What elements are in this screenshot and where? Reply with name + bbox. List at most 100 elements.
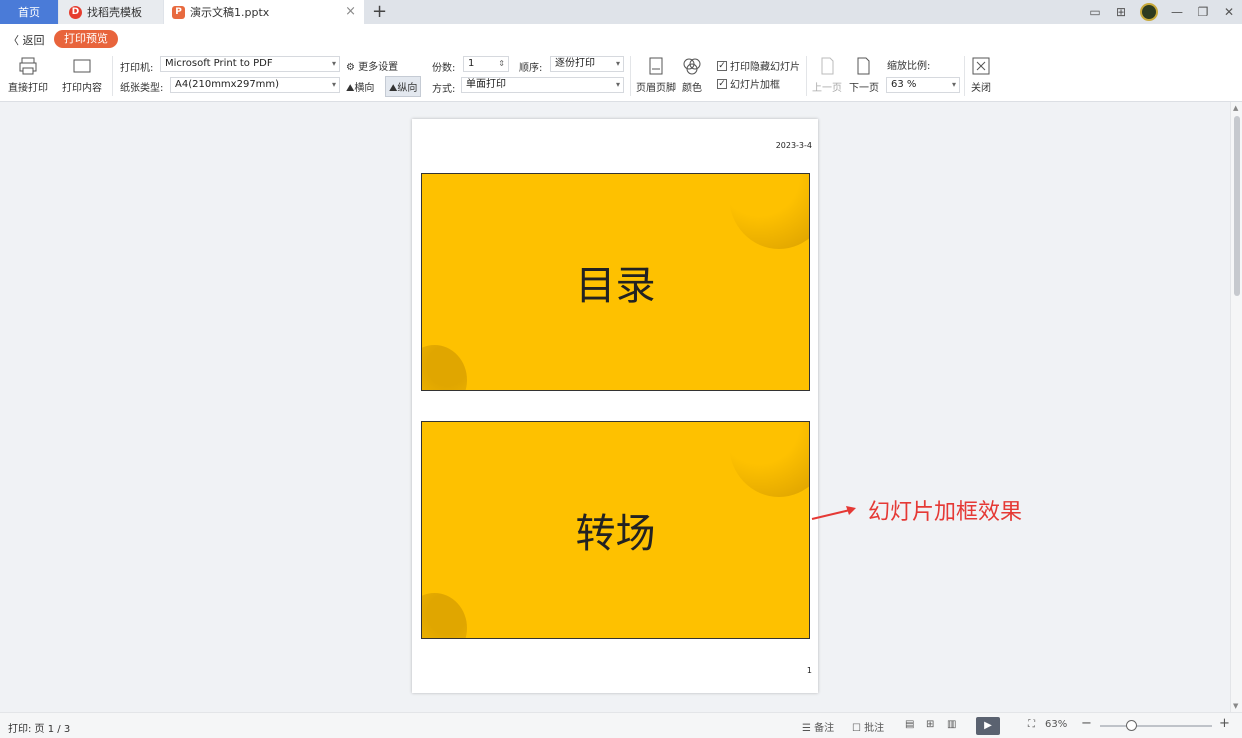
annotation-arrow-icon: [811, 506, 856, 520]
zoom-slider-knob[interactable]: [1126, 720, 1137, 731]
close-preview-button[interactable]: 关闭: [971, 56, 991, 94]
scroll-down-icon[interactable]: ▼: [1233, 702, 1238, 710]
restore-icon[interactable]: ❐: [1190, 5, 1216, 19]
pptx-file-icon: P: [172, 5, 185, 19]
print-content-button[interactable]: 打印内容: [62, 56, 102, 94]
mode-label: 方式:: [432, 84, 456, 95]
copies-stepper[interactable]: 1 ⇕: [463, 56, 509, 72]
minimize-icon[interactable]: —: [1164, 5, 1190, 19]
play-slideshow-button[interactable]: ▶: [976, 717, 1000, 735]
vertical-scrollbar[interactable]: ▲ ▼: [1230, 102, 1242, 712]
paper-value: A4(210mmx297mm): [175, 79, 280, 90]
more-settings-button[interactable]: ⚙ 更多设置: [346, 58, 398, 73]
zoom-out-button[interactable]: −: [1081, 716, 1092, 731]
page-number: 1: [806, 666, 812, 675]
slide-preview: 目录: [421, 173, 810, 391]
order-label: 顺序:: [519, 63, 543, 74]
decor-circle: [729, 174, 809, 249]
caret-down-icon: ▾: [615, 59, 620, 68]
chevron-left-icon: 〈: [8, 34, 19, 47]
printer-value: Microsoft Print to PDF: [165, 58, 273, 69]
tab-home-label: 首页: [18, 6, 40, 19]
close-icon: [972, 57, 990, 75]
print-toolbar: 〈 返回 打印预览 直接打印 打印内容 打印机: Microsoft Print…: [0, 24, 1242, 102]
zoom-percent[interactable]: 63%: [1045, 719, 1067, 730]
tab-template[interactable]: D 找稻壳模板: [59, 0, 163, 24]
print-hidden-checkbox[interactable]: ✓ 打印隐藏幻灯片: [717, 58, 800, 73]
tab-template-label: 找稻壳模板: [87, 6, 142, 19]
checkmark-icon: ✓: [717, 60, 727, 71]
notes-icon: ☰: [802, 723, 811, 734]
frame-slides-checkbox[interactable]: ✓ 幻灯片加框: [717, 76, 780, 91]
print-hidden-label: 打印隐藏幻灯片: [730, 62, 800, 73]
prev-page-button[interactable]: 上一页: [812, 56, 842, 94]
reading-view-icon[interactable]: ▥: [947, 719, 956, 730]
fit-window-icon[interactable]: ⛶: [1028, 719, 1035, 730]
normal-view-icon[interactable]: ▤: [905, 719, 914, 730]
divider: [964, 56, 965, 96]
copies-label: 份数:: [432, 63, 456, 74]
decor-circle: [422, 345, 467, 390]
back-button[interactable]: 〈 返回: [8, 32, 45, 48]
tab-document[interactable]: P 演示文稿1.pptx ×: [164, 0, 364, 24]
page-date: 2023-3-4: [775, 141, 812, 150]
caret-down-icon: ▾: [331, 80, 336, 89]
user-avatar[interactable]: [1140, 3, 1158, 21]
print-page-count: 打印: 页 1 / 3: [8, 724, 71, 735]
next-page-label: 下一页: [849, 83, 879, 94]
paper-select[interactable]: A4(210mmx297mm) ▾: [170, 77, 340, 93]
printer-select[interactable]: Microsoft Print to PDF ▾: [160, 56, 340, 72]
zoom-in-button[interactable]: +: [1219, 716, 1230, 731]
tab-home[interactable]: 首页: [0, 0, 58, 24]
back-label: 返回: [22, 34, 45, 47]
layout-icon[interactable]: ▭: [1082, 5, 1108, 19]
caret-down-icon: ▾: [951, 80, 956, 89]
prev-page-label: 上一页: [812, 83, 842, 94]
portrait-button[interactable]: ⛰纵向: [385, 76, 422, 97]
divider: [112, 56, 113, 96]
window-controls: ▭ ⊞ — ❐ ✕: [1082, 0, 1242, 24]
checkmark-icon: ✓: [717, 78, 727, 89]
grid-icon[interactable]: ⊞: [1108, 5, 1134, 19]
more-settings-label: 更多设置: [358, 62, 399, 73]
annotation-text: 幻灯片加框效果: [868, 500, 1023, 525]
header-footer-button[interactable]: 页眉页脚: [636, 56, 676, 94]
header-footer-label: 页眉页脚: [636, 83, 676, 94]
print-content-label: 打印内容: [62, 83, 102, 94]
printer-label: 打印机:: [120, 63, 154, 74]
tab-close-icon[interactable]: ×: [345, 4, 356, 19]
notes-label: 备注: [814, 723, 835, 734]
zoom-select[interactable]: 63 % ▾: [886, 77, 960, 93]
notes-button[interactable]: ☰ 备注: [802, 719, 834, 734]
scrollbar-thumb[interactable]: [1234, 116, 1240, 296]
slide-title: 目录: [575, 263, 656, 309]
next-page-icon: [857, 57, 870, 75]
mode-select[interactable]: 单面打印 ▾: [461, 77, 624, 93]
header-footer-icon: [649, 57, 663, 75]
grid-view-icon[interactable]: ⊞: [926, 719, 934, 730]
tab-bar: 首页 D 找稻壳模板 P 演示文稿1.pptx × + ▭ ⊞ — ❐ ✕: [0, 0, 1242, 24]
landscape-button[interactable]: ⛰横向: [346, 79, 374, 94]
comment-icon: ☐: [852, 723, 861, 734]
new-tab-button[interactable]: +: [372, 1, 387, 22]
paper-label: 纸张类型:: [120, 83, 164, 94]
divider: [630, 56, 631, 96]
decor-circle: [422, 593, 467, 638]
direct-print-label: 直接打印: [8, 83, 48, 94]
direct-print-button[interactable]: 直接打印: [8, 56, 48, 94]
preview-canvas: 2023-3-4 目录 转场 1: [0, 102, 1230, 712]
next-page-button[interactable]: 下一页: [849, 56, 879, 94]
zoom-slider-track[interactable]: [1100, 725, 1212, 727]
decor-circle: [729, 422, 809, 497]
slide-title: 转场: [575, 511, 656, 557]
scroll-up-icon[interactable]: ▲: [1233, 104, 1238, 112]
content-icon: [73, 59, 91, 73]
caret-down-icon: ▾: [331, 59, 336, 68]
stepper-icon[interactable]: ⇕: [498, 57, 505, 71]
comments-button[interactable]: ☐ 批注: [852, 719, 884, 734]
printer-icon: [19, 57, 37, 75]
color-button[interactable]: 颜色: [682, 56, 702, 94]
close-window-icon[interactable]: ✕: [1216, 5, 1242, 19]
order-select[interactable]: 逐份打印 ▾: [550, 56, 624, 72]
color-circles-icon: [683, 58, 701, 75]
